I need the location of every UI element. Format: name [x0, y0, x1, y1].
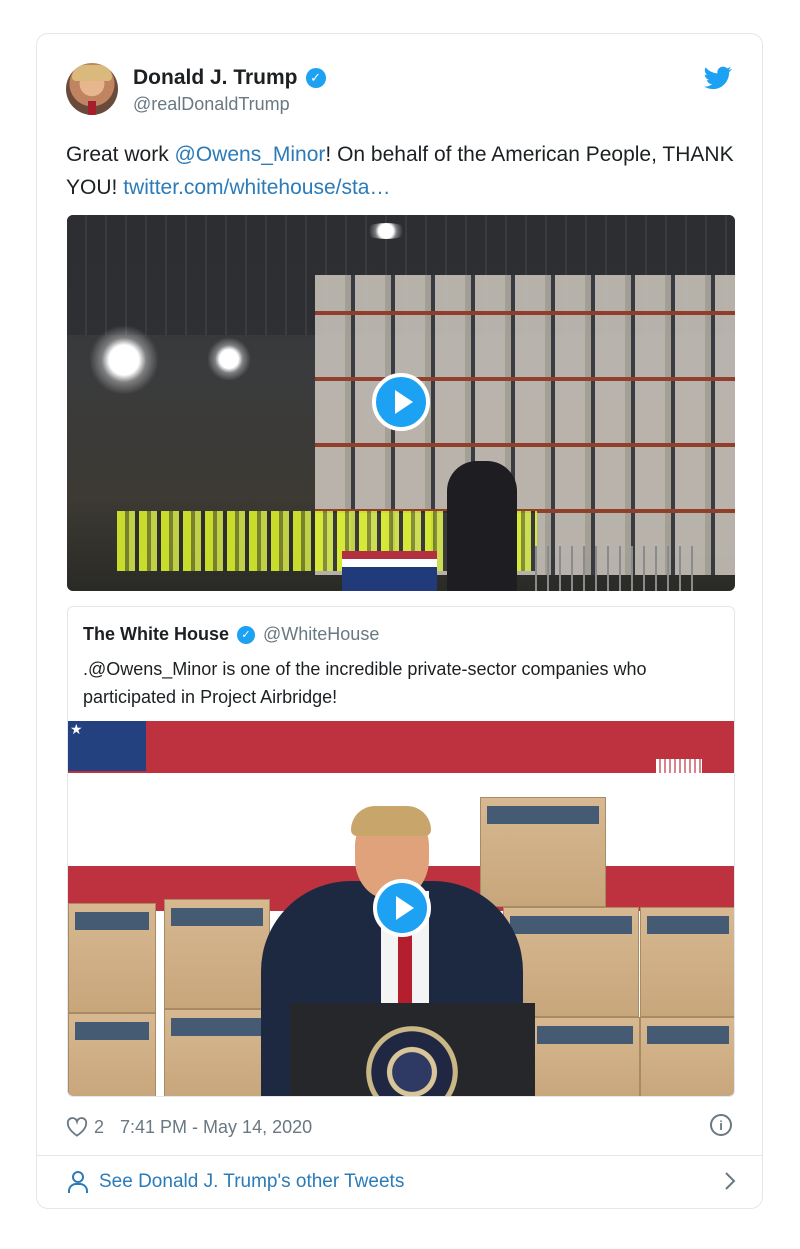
star-icon: ★ — [70, 721, 83, 737]
person-icon — [68, 1171, 88, 1193]
avatar-hair — [72, 65, 112, 81]
ceiling-light — [363, 223, 409, 239]
verified-badge-icon: ✓ — [237, 625, 256, 644]
verified-badge-icon: ✓ — [305, 68, 326, 88]
flag-canton: ★ — [68, 721, 146, 771]
quoted-tweet[interactable]: The White House ✓ @WhiteHouse .@Owens_Mi… — [67, 606, 735, 1097]
tweet-text-prefix: Great work — [66, 143, 175, 166]
avatar[interactable] — [66, 63, 118, 115]
tweet-timestamp[interactable]: 7:41 PM - May 14, 2020 — [120, 1117, 312, 1138]
avatar-tie — [88, 101, 96, 115]
box — [68, 1013, 156, 1096]
box — [530, 1017, 640, 1096]
quoted-author-name[interactable]: The White House — [83, 624, 229, 645]
whitehouse-logo: WH.GOV — [654, 759, 704, 789]
video-warehouse[interactable] — [67, 215, 735, 591]
video-podium[interactable]: ★ WH.GOV — [68, 721, 734, 1096]
author-name[interactable]: Donald J. Trump ✓ — [133, 66, 326, 90]
play-button[interactable] — [372, 373, 430, 431]
box — [164, 1009, 270, 1096]
author-name-text[interactable]: Donald J. Trump — [133, 66, 298, 90]
box — [164, 899, 270, 1009]
whitehouse-watermark: WH.GOV — [660, 777, 698, 786]
speaker-hair — [351, 806, 431, 836]
like-count[interactable]: 2 — [94, 1117, 104, 1138]
whitehouse-building-icon — [656, 759, 702, 775]
embedded-tweet-card: Donald J. Trump ✓ @realDonaldTrump Great… — [36, 33, 763, 1209]
author-handle[interactable]: @realDonaldTrump — [133, 94, 290, 115]
mention-link[interactable]: @Owens_Minor — [175, 143, 326, 166]
tweet-link[interactable]: twitter.com/whitehouse/sta… — [123, 176, 390, 199]
chevron-right-icon — [725, 1172, 736, 1190]
flag-stripe — [68, 721, 734, 773]
tweet-footer: 2 7:41 PM - May 14, 2020 — [66, 1112, 736, 1142]
info-icon[interactable]: i — [710, 1114, 732, 1136]
tweet-text: Great work @Owens_Minor! On behalf of th… — [66, 138, 741, 204]
play-icon — [394, 390, 413, 414]
see-other-tweets-label[interactable]: See Donald J. Trump's other Tweets — [99, 1171, 404, 1193]
heart-icon[interactable] — [66, 1117, 88, 1137]
see-other-tweets-link[interactable]: See Donald J. Trump's other Tweets — [67, 1155, 737, 1209]
play-button[interactable] — [373, 879, 431, 937]
box — [68, 903, 156, 1013]
twitter-bird-icon[interactable] — [704, 66, 732, 90]
box — [480, 797, 606, 907]
box — [640, 907, 734, 1017]
bunting — [342, 551, 437, 591]
stage-light — [207, 337, 251, 381]
speaker-figure — [447, 461, 517, 591]
quoted-author[interactable]: The White House ✓ @WhiteHouse — [83, 624, 379, 645]
box — [640, 1017, 734, 1096]
quoted-author-handle[interactable]: @WhiteHouse — [263, 624, 379, 645]
stage-light — [89, 325, 159, 395]
quoted-tweet-text: .@Owens_Minor is one of the incredible p… — [83, 659, 647, 707]
play-icon — [395, 896, 414, 920]
barrier-rail — [535, 546, 695, 591]
box — [503, 907, 639, 1017]
